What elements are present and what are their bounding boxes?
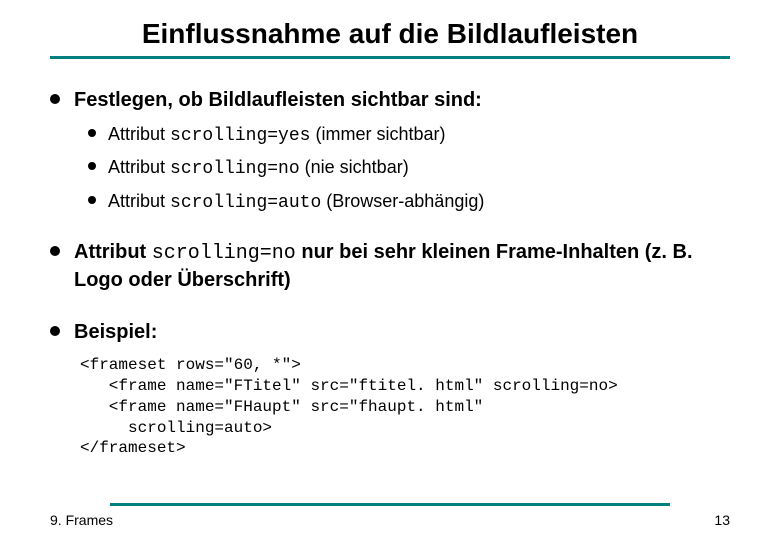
code-span: scrolling=no	[170, 159, 300, 179]
bullet-text: Attribut scrolling=no nur bei sehr klein…	[74, 239, 730, 293]
bullet-icon	[50, 246, 60, 256]
bullet-festlegen: Festlegen, ob Bildlaufleisten sichtbar s…	[50, 87, 730, 113]
footer: 9. Frames 13	[50, 512, 730, 528]
bullet-text: Attribut scrolling=no (nie sichtbar)	[108, 156, 409, 181]
sub-bullet-auto: Attribut scrolling=auto (Browser-abhängi…	[50, 190, 730, 215]
text-prefix: Attribut	[108, 157, 170, 177]
bullet-icon	[88, 196, 96, 204]
bullet-text: Attribut scrolling=auto (Browser-abhängi…	[108, 190, 484, 215]
spacer	[50, 223, 730, 239]
code-span: scrolling=no	[152, 242, 296, 265]
bullet-icon	[50, 94, 60, 104]
page-number: 13	[714, 512, 730, 528]
text-prefix: Attribut	[108, 124, 170, 144]
bullet-text: Attribut scrolling=yes (immer sichtbar)	[108, 123, 445, 148]
code-example: <frameset rows="60, *"> <frame name="FTi…	[50, 355, 730, 459]
bullet-nur-bei: Attribut scrolling=no nur bei sehr klein…	[50, 239, 730, 293]
code-span: scrolling=auto	[170, 193, 321, 213]
text-prefix: Attribut	[108, 191, 170, 211]
sub-bullet-yes: Attribut scrolling=yes (immer sichtbar)	[50, 123, 730, 148]
text-suffix: (nie sichtbar)	[300, 157, 409, 177]
bullet-text: Beispiel:	[74, 319, 157, 345]
slide: Einflussnahme auf die Bildlaufleisten Fe…	[0, 0, 780, 540]
slide-title: Einflussnahme auf die Bildlaufleisten	[50, 10, 730, 59]
slide-content: Festlegen, ob Bildlaufleisten sichtbar s…	[50, 59, 730, 459]
bullet-icon	[50, 326, 60, 336]
text-suffix: (immer sichtbar)	[310, 124, 445, 144]
text-prefix: Attribut	[74, 241, 152, 263]
bullet-icon	[88, 129, 96, 137]
text-suffix: (Browser-abhängig)	[321, 191, 484, 211]
footer-rule	[110, 503, 670, 506]
sub-bullet-no: Attribut scrolling=no (nie sichtbar)	[50, 156, 730, 181]
code-span: scrolling=yes	[170, 126, 310, 146]
bullet-icon	[88, 162, 96, 170]
footer-chapter: 9. Frames	[50, 512, 113, 528]
spacer	[50, 303, 730, 319]
bullet-beispiel: Beispiel:	[50, 319, 730, 345]
bullet-text: Festlegen, ob Bildlaufleisten sichtbar s…	[74, 87, 482, 113]
